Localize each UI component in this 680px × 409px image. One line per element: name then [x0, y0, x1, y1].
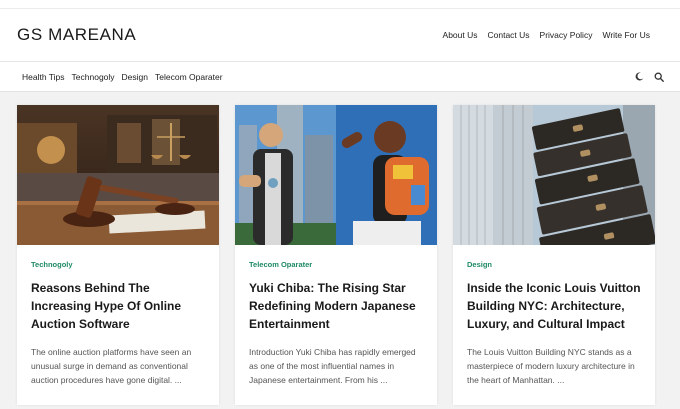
top-navigation: About Us Contact Us Privacy Policy Write… [443, 30, 650, 40]
category-telecom-oparater[interactable]: Telecom Oparater [155, 72, 223, 82]
post-category-label[interactable]: Telecom Oparater [249, 260, 423, 269]
site-logo[interactable]: GS MAREANA [17, 25, 136, 45]
post-title[interactable]: Inside the Iconic Louis Vuitton Building… [467, 279, 641, 333]
post-grid: Technogoly Reasons Behind The Increasing… [0, 92, 680, 405]
post-card-body: Telecom Oparater Yuki Chiba: The Rising … [235, 245, 437, 387]
nav-contact-us[interactable]: Contact Us [488, 30, 530, 40]
post-card-body: Design Inside the Iconic Louis Vuitton B… [453, 245, 655, 387]
top-strip [0, 0, 680, 9]
post-card: Telecom Oparater Yuki Chiba: The Rising … [235, 105, 437, 405]
auction-gavel-image[interactable] [17, 105, 219, 245]
post-title[interactable]: Yuki Chiba: The Rising Star Redefining M… [249, 279, 423, 333]
category-technogoly[interactable]: Technogoly [72, 72, 115, 82]
yuki-chiba-image[interactable] [235, 105, 437, 245]
post-card: Design Inside the Iconic Louis Vuitton B… [453, 105, 655, 405]
post-category-label[interactable]: Design [467, 260, 641, 269]
nav-privacy-policy[interactable]: Privacy Policy [540, 30, 593, 40]
nav-write-for-us[interactable]: Write For Us [602, 30, 650, 40]
post-title[interactable]: Reasons Behind The Increasing Hype Of On… [31, 279, 205, 333]
category-navigation: Health Tips Technogoly Design Telecom Op… [22, 72, 223, 82]
louis-vuitton-building-image[interactable] [453, 105, 655, 245]
post-excerpt: Introduction Yuki Chiba has rapidly emer… [249, 347, 416, 385]
post-card-body: Technogoly Reasons Behind The Increasing… [17, 245, 219, 387]
header-tools [635, 72, 664, 82]
post-excerpt: The Louis Vuitton Building NYC stands as… [467, 347, 635, 385]
post-category-label[interactable]: Technogoly [31, 260, 205, 269]
nav-about-us[interactable]: About Us [443, 30, 478, 40]
moon-icon[interactable] [635, 72, 644, 81]
post-excerpt: The online auction platforms have seen a… [31, 347, 192, 385]
post-card: Technogoly Reasons Behind The Increasing… [17, 105, 219, 405]
category-health-tips[interactable]: Health Tips [22, 72, 65, 82]
category-bar: Health Tips Technogoly Design Telecom Op… [0, 62, 680, 92]
site-header: GS MAREANA About Us Contact Us Privacy P… [0, 9, 680, 62]
category-design[interactable]: Design [122, 72, 148, 82]
search-icon[interactable] [654, 72, 664, 82]
